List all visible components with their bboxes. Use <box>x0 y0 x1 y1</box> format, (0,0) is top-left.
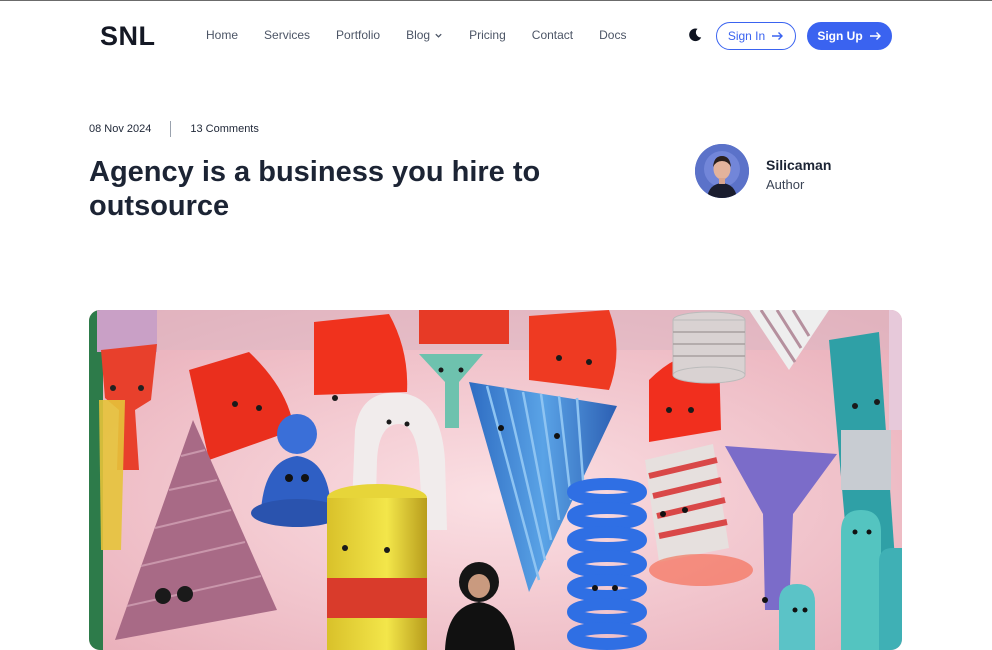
site-logo[interactable]: SNL <box>100 21 156 52</box>
author-card[interactable]: Silicaman Author <box>695 144 831 198</box>
nav-label: Contact <box>531 28 574 42</box>
moon-icon[interactable] <box>687 27 703 43</box>
sign-up-label: Sign Up <box>817 29 863 43</box>
nav-item-pricing[interactable]: Pricing <box>469 28 506 42</box>
main-nav: Home Services Portfolio Blog Pricing Con… <box>206 28 626 42</box>
nav-label: Docs <box>599 28 627 42</box>
sign-up-button[interactable]: Sign Up <box>807 22 892 50</box>
post-comments-count[interactable]: 13 Comments <box>190 123 258 135</box>
hero-image <box>89 310 902 650</box>
chevron-down-icon <box>435 33 442 38</box>
nav-item-services[interactable]: Services <box>264 28 310 42</box>
author-role: Author <box>766 176 805 192</box>
arrow-right-icon <box>772 32 784 40</box>
nav-item-contact[interactable]: Contact <box>532 28 573 42</box>
post-meta: 08 Nov 2024 13 Comments <box>89 121 259 137</box>
nav-label: Pricing <box>469 28 506 42</box>
avatar-image <box>695 144 749 198</box>
nav-label: Home <box>206 28 239 42</box>
meta-divider <box>170 121 172 137</box>
nav-item-portfolio[interactable]: Portfolio <box>336 28 380 42</box>
nav-item-home[interactable]: Home <box>206 28 238 42</box>
post-title: Agency is a business you hire to outsour… <box>89 156 541 222</box>
nav-label: Portfolio <box>336 28 381 42</box>
author-avatar <box>695 144 749 198</box>
sign-in-button[interactable]: Sign In <box>716 22 796 50</box>
site-header: SNL Home Services Portfolio Blog Pricing… <box>0 1 992 71</box>
nav-label: Blog <box>406 28 431 42</box>
arrow-right-icon <box>869 32 881 40</box>
post-date: 08 Nov 2024 <box>89 123 152 135</box>
nav-label: Services <box>264 28 311 42</box>
nav-item-docs[interactable]: Docs <box>599 28 626 42</box>
sign-in-label: Sign In <box>727 29 766 43</box>
featured-image-art <box>89 310 902 650</box>
nav-item-blog[interactable]: Blog <box>406 28 443 42</box>
author-name[interactable]: Silicaman <box>766 157 831 173</box>
author-info: Silicaman Author <box>766 151 831 192</box>
